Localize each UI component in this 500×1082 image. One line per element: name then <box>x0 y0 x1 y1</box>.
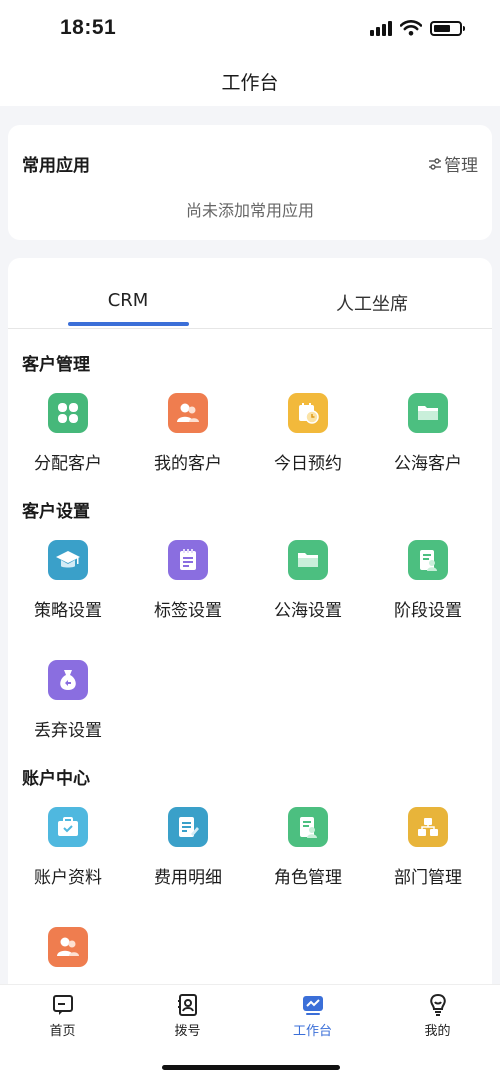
app-label: 标签设置 <box>154 601 222 621</box>
app-role-management[interactable]: 角色管理 <box>248 807 368 888</box>
empty-state-text: 尚未添加常用应用 <box>185 201 314 220</box>
active-tab-indicator <box>68 322 189 326</box>
app-label: 今日预约 <box>274 454 342 474</box>
message-square-icon <box>52 995 73 1015</box>
app-label: 阶段设置 <box>394 601 462 621</box>
app-label: 公海设置 <box>274 601 342 621</box>
status-bar: 18:51 <box>0 0 500 60</box>
common-apps-card: 常用应用 管理 尚未添加常用应用 <box>8 125 492 240</box>
tabbar-label: 首页 <box>49 1024 76 1039</box>
home-indicator <box>162 1065 340 1070</box>
app-label: 角色管理 <box>274 868 342 888</box>
app-label: 公海客户 <box>394 454 462 474</box>
app-expense-details[interactable]: 费用明细 <box>128 807 248 888</box>
app-label: 费用明细 <box>154 868 222 888</box>
app-assign-customer[interactable]: 分配客户 <box>8 393 128 474</box>
app-public-settings[interactable]: 公海设置 <box>248 540 368 621</box>
navigation-bar: 工作台 <box>0 60 500 106</box>
tabbar-label: 拨号 <box>174 1024 201 1039</box>
tabbar-label: 我的 <box>424 1024 451 1039</box>
graduation-cap-icon <box>48 540 88 580</box>
app-label: 丢弃设置 <box>34 721 102 741</box>
tab-bar-top: CRM 人工坐席 <box>8 258 492 329</box>
briefcase-check-icon <box>48 807 88 847</box>
tabbar-mine[interactable]: 我的 <box>375 993 500 1039</box>
app-tag-settings[interactable]: 标签设置 <box>128 540 248 621</box>
app-public-customers[interactable]: 公海客户 <box>368 393 488 474</box>
folder-icon <box>288 540 328 580</box>
users-icon <box>168 393 208 433</box>
id-document-icon <box>408 540 448 580</box>
status-icons <box>370 20 465 36</box>
manage-label: 管理 <box>444 156 478 176</box>
tab-manual-agent[interactable]: 人工坐席 <box>292 290 452 316</box>
app-account-profile[interactable]: 账户资料 <box>8 807 128 888</box>
app-discard-settings[interactable]: 丢弃设置 <box>8 660 128 741</box>
app-department-management[interactable]: 部门管理 <box>368 807 488 888</box>
tabbar-label: 工作台 <box>292 1024 332 1039</box>
battery-icon <box>430 20 465 36</box>
manage-button[interactable]: 管理 <box>428 151 478 176</box>
app-label: 账户资料 <box>34 868 102 888</box>
workbench-chart-icon <box>302 996 323 1015</box>
common-apps-title: 常用应用 <box>22 156 90 176</box>
app-label: 分配客户 <box>34 454 102 474</box>
tabbar-dial[interactable]: 拨号 <box>125 993 250 1039</box>
app-users[interactable] <box>8 927 128 967</box>
money-bag-icon <box>48 660 88 700</box>
section-title-customer-management: 客户管理 <box>22 355 90 375</box>
notepad-icon <box>168 540 208 580</box>
app-label: 我的客户 <box>154 454 222 474</box>
section-title-customer-settings: 客户设置 <box>22 502 90 522</box>
tabbar-home[interactable]: 首页 <box>0 993 125 1039</box>
app-strategy-settings[interactable]: 策略设置 <box>8 540 128 621</box>
users-icon <box>48 927 88 967</box>
status-time: 18:51 <box>60 16 117 39</box>
wifi-icon <box>400 20 422 36</box>
folder-icon <box>408 393 448 433</box>
tabbar-workbench[interactable]: 工作台 <box>250 993 375 1039</box>
receipt-edit-icon <box>168 807 208 847</box>
id-document-icon <box>288 807 328 847</box>
clover-icon <box>48 393 88 433</box>
dial-contact-icon <box>177 994 197 1016</box>
page-title: 工作台 <box>221 72 279 94</box>
app-label: 策略设置 <box>34 601 102 621</box>
app-my-customers[interactable]: 我的客户 <box>128 393 248 474</box>
cellular-signal-icon <box>370 20 392 36</box>
app-label: 部门管理 <box>394 868 462 888</box>
section-title-account-center: 账户中心 <box>22 769 90 789</box>
calendar-clock-icon <box>288 393 328 433</box>
lightbulb-icon <box>429 993 446 1016</box>
tab-crm[interactable]: CRM <box>48 290 208 311</box>
sliders-icon <box>429 157 441 170</box>
org-chart-icon <box>408 807 448 847</box>
app-stage-settings[interactable]: 阶段设置 <box>368 540 488 621</box>
apps-card: CRM 人工坐席 客户管理 分配客户 我的客户 今日预约 公海客户 客户设置 策… <box>8 258 492 998</box>
app-today-appointments[interactable]: 今日预约 <box>248 393 368 474</box>
